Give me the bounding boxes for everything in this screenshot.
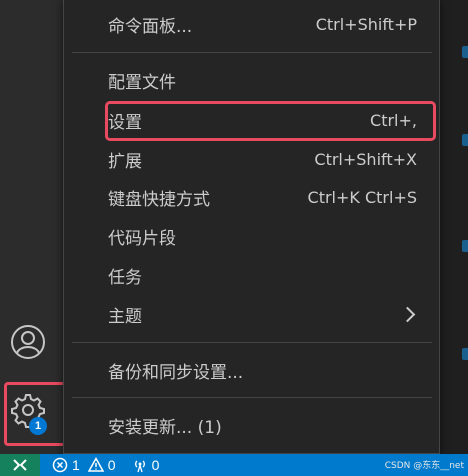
editor-marker bbox=[462, 348, 468, 360]
chevron-right-icon bbox=[399, 306, 416, 323]
warning-icon bbox=[87, 457, 104, 472]
menu-item-profiles[interactable]: 配置文件 bbox=[64, 62, 439, 99]
menu-item-label: 代码片段 bbox=[108, 229, 176, 249]
menu-item-shortcut: Ctrl+K Ctrl+S bbox=[307, 188, 417, 207]
remote-icon bbox=[13, 459, 27, 471]
menu-item-shortcut: Ctrl+Shift+X bbox=[314, 150, 417, 169]
menu-item-extensions[interactable]: 扩展 Ctrl+Shift+X bbox=[64, 141, 439, 178]
menu-item-label: 键盘快捷方式 bbox=[108, 190, 210, 210]
editor-marker bbox=[462, 240, 468, 252]
menu-item-label: 命令面板... bbox=[108, 17, 193, 37]
error-icon bbox=[52, 457, 68, 473]
status-bar: 1 0 0 CSDN @东东__net bbox=[0, 454, 468, 476]
menu-item-tasks[interactable]: 任务 bbox=[64, 257, 439, 294]
remote-indicator[interactable] bbox=[0, 454, 40, 476]
menu-item-label: 主题 bbox=[108, 307, 142, 327]
menu-item-backup-sync[interactable]: 备份和同步设置... bbox=[64, 352, 439, 389]
ports-indicator[interactable]: 0 bbox=[132, 457, 160, 473]
menu-item-install-update[interactable]: 安装更新... (1) bbox=[64, 407, 439, 444]
menu-item-label: 任务 bbox=[108, 268, 142, 288]
menu-item-shortcut: Ctrl+Shift+P bbox=[315, 15, 417, 34]
menu-item-snippets[interactable]: 代码片段 bbox=[64, 218, 439, 255]
broadcast-icon bbox=[134, 460, 145, 473]
menu-item-themes[interactable]: 主题 bbox=[64, 296, 439, 333]
manage-menu: 命令面板... Ctrl+Shift+P 配置文件 设置 Ctrl+, 扩展 C… bbox=[63, 0, 440, 454]
menu-item-label: 配置文件 bbox=[108, 73, 176, 93]
menu-item-keyboard-shortcuts[interactable]: 键盘快捷方式 Ctrl+K Ctrl+S bbox=[64, 179, 439, 216]
editor-marker bbox=[462, 134, 468, 146]
menu-item-command-palette[interactable]: 命令面板... Ctrl+Shift+P bbox=[64, 6, 439, 43]
watermark: CSDN @东东__net bbox=[384, 461, 464, 471]
editor-background bbox=[440, 0, 468, 454]
menu-separator bbox=[72, 52, 432, 53]
menu-item-label: 备份和同步设置... bbox=[108, 363, 244, 383]
ports-count: 0 bbox=[151, 457, 160, 473]
menu-separator bbox=[72, 397, 432, 398]
menu-separator bbox=[72, 342, 432, 343]
warning-count: 0 bbox=[107, 457, 116, 473]
problems-indicator[interactable]: 1 0 bbox=[52, 457, 116, 473]
account-icon[interactable] bbox=[8, 322, 48, 362]
menu-item-label: 扩展 bbox=[108, 152, 142, 172]
editor-marker bbox=[462, 46, 468, 58]
menu-item-label: 安装更新... (1) bbox=[108, 418, 222, 438]
error-count: 1 bbox=[72, 457, 80, 473]
settings-highlight-box bbox=[105, 101, 436, 141]
